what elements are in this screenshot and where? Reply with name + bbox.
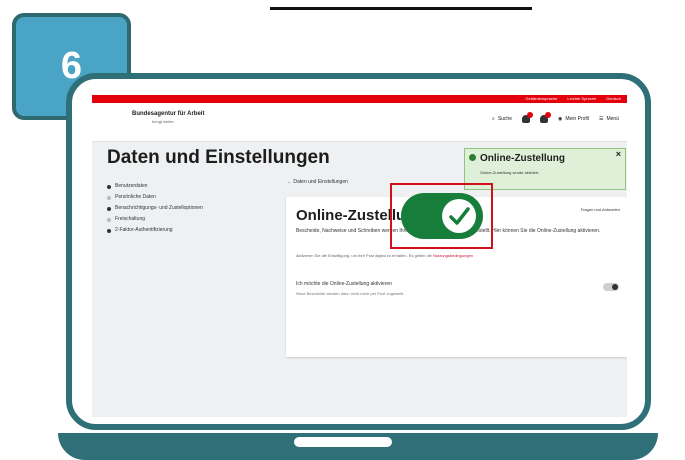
sidebar-item-2fa[interactable]: 2-Faktor-Authentifizierung	[107, 225, 277, 236]
check-circle-icon	[469, 154, 476, 161]
notification-bell-icon[interactable]	[522, 112, 533, 123]
close-icon[interactable]: ×	[616, 149, 621, 159]
sidebar-item-label: 2-Faktor-Authentifizierung	[115, 227, 173, 233]
site-header: Bundesagentur für Arbeit bringt weiter. …	[92, 103, 627, 142]
menu-label: Menü	[606, 116, 619, 122]
sidebar-item-label: Freischaltung	[115, 216, 146, 222]
breadcrumb[interactable]: ← Daten und Einstellungen	[287, 179, 348, 185]
message-bell-icon[interactable]	[540, 112, 551, 123]
profile-button[interactable]: ◉ Mein Profil	[558, 116, 589, 122]
main-nav: ⌕ Suche ◉ Mein Profil ☰ Menü	[492, 112, 619, 123]
page-title: Daten und Einstellungen	[107, 147, 330, 168]
user-icon	[107, 184, 111, 189]
sidebar-item-label: Benutzerdaten	[115, 183, 148, 189]
top-link[interactable]: Leichte Sprache	[567, 95, 596, 103]
card-note: Aktivieren Sie die Einwilligung, um Ihre…	[296, 253, 626, 258]
search-label: Suche	[497, 116, 512, 122]
logo[interactable]: Bundesagentur für Arbeit	[132, 111, 204, 117]
shield-icon	[107, 228, 111, 233]
screen: Gebärdensprache Leichte Sprache Deutsch …	[92, 95, 627, 417]
sidebar-item-label: Persönliche Daten	[115, 194, 156, 200]
search-icon: ⌕	[492, 116, 495, 122]
sidebar-item-benutzerdaten[interactable]: Benutzerdaten	[107, 181, 277, 192]
online-delivery-toggle[interactable]	[603, 283, 619, 291]
help-link[interactable]: Fragen und Antworten	[581, 207, 620, 212]
document-icon	[107, 195, 111, 200]
top-link[interactable]: Gebärdensprache	[525, 95, 557, 103]
logo-tagline: bringt weiter.	[152, 119, 175, 124]
search-button[interactable]: ⌕ Suche	[492, 116, 512, 122]
note-text: Aktivieren Sie die Einwilligung, um Ihre…	[296, 253, 432, 258]
toast-message: Online-Zustellung wurde aktiviert.	[480, 170, 540, 175]
toggle-label: Ich möchte die Online-Zustellung aktivie…	[296, 281, 392, 287]
top-link[interactable]: Deutsch	[606, 95, 621, 103]
sidebar-item-freischaltung[interactable]: Freischaltung	[107, 214, 277, 225]
toast-title: Online-Zustellung	[480, 153, 565, 164]
top-red-bar: Gebärdensprache Leichte Sprache Deutsch	[92, 95, 627, 103]
bell-icon	[107, 206, 111, 211]
hamburger-icon: ☰	[599, 116, 604, 122]
menu-button[interactable]: ☰ Menü	[599, 116, 619, 122]
sidebar: Benutzerdaten Persönliche Daten Benachri…	[107, 181, 277, 236]
header-divider-line	[270, 7, 532, 10]
toggle-description: Neue Bescheide werden dann nicht mehr pe…	[296, 291, 405, 296]
breadcrumb-label: Daten und Einstellungen	[293, 179, 348, 185]
terms-link[interactable]: Nutzungsbedingungen	[433, 253, 473, 258]
sidebar-item-persoenliche-daten[interactable]: Persönliche Daten	[107, 192, 277, 203]
toggle-knob	[442, 199, 476, 233]
sidebar-item-benachrichtigungen[interactable]: Benachrichtigungs- und Zustelloptionen	[107, 203, 277, 214]
checkmark-icon	[449, 207, 470, 225]
top-links: Gebärdensprache Leichte Sprache Deutsch	[525, 95, 621, 103]
profile-label: Mein Profil	[565, 116, 589, 122]
laptop-handle	[294, 437, 392, 447]
sidebar-item-label: Benachrichtigungs- und Zustelloptionen	[115, 205, 203, 211]
unlock-icon	[107, 217, 111, 222]
user-icon: ◉	[558, 116, 563, 122]
